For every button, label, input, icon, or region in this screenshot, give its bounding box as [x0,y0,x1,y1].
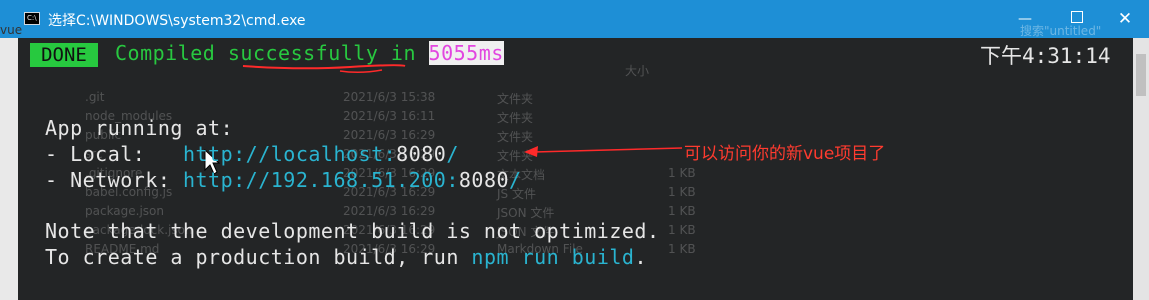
underline-annotation-stroke [339,69,383,74]
note-suffix: . [634,245,647,269]
annotation-arrow-head [524,146,538,157]
underline-annotation [242,64,406,70]
local-url-line: - Local: http://localhost:8080/ [45,142,459,166]
note-prefix: To create a production build, run [45,245,472,269]
local-label: - Local: [45,142,183,166]
local-port[interactable]: 8080 [396,142,446,166]
annotation-text: 可以访问你的新vue项目了 [684,144,886,164]
network-slash[interactable]: / [509,168,522,192]
note-line-1: Note that the development build is not o… [45,219,660,243]
annotation-arrow-line [533,147,683,153]
network-port[interactable]: 8080 [459,168,509,192]
local-slash[interactable]: / [446,142,459,166]
note-line-2: To create a production build, run npm ru… [45,245,647,269]
network-url[interactable]: http://192.168.51.200: [183,168,459,192]
local-url[interactable]: http://localhost: [183,142,396,166]
network-url-line: - Network: http://192.168.51.200:8080/ [45,168,522,192]
app-running-line: App running at: [45,116,234,140]
network-label: - Network: [45,168,183,192]
npm-run-build-command: npm run build [471,245,635,269]
